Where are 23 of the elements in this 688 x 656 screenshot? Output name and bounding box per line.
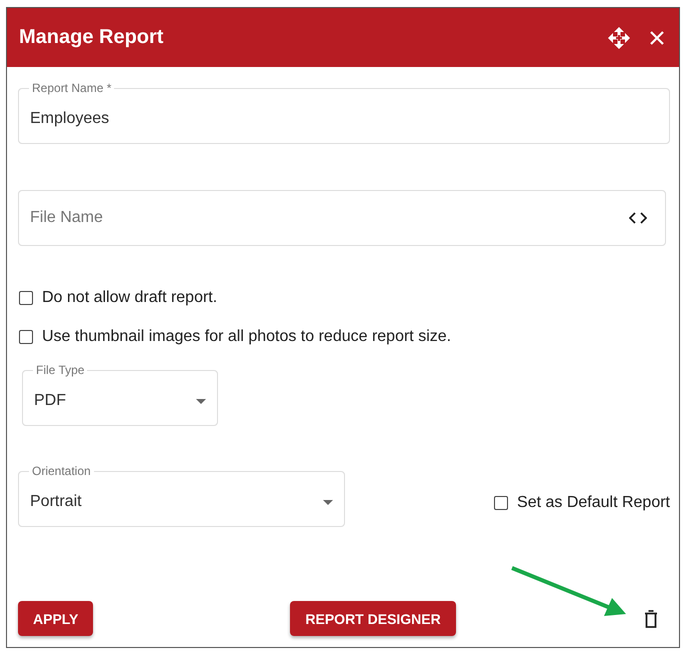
checkbox-label: Use thumbnail images for all photos to reduce report size. [42, 328, 452, 346]
close-icon[interactable] [649, 30, 665, 46]
move-icon[interactable] [607, 26, 631, 50]
orientation-select[interactable]: Orientation Portrait [18, 464, 345, 527]
code-icon[interactable] [629, 212, 647, 224]
dropdown-caret-icon[interactable] [323, 500, 333, 504]
checkbox[interactable] [19, 330, 33, 344]
file-name-field[interactable]: File Name [18, 190, 666, 246]
checkbox-option[interactable]: Set as Default Report [494, 492, 670, 512]
dialog-title: Manage Report [19, 26, 164, 49]
checkbox[interactable] [494, 496, 508, 510]
checkbox-label: Do not allow draft report. [42, 289, 218, 307]
checkbox[interactable] [19, 291, 33, 305]
file-type-select[interactable]: File Type PDF [22, 363, 218, 426]
text-input[interactable]: Employees [30, 95, 658, 143]
checkbox-option[interactable]: Use thumbnail images for all photos to reduce report size. [19, 327, 670, 347]
checkbox-option[interactable]: Do not allow draft report. [19, 288, 670, 308]
apply-button[interactable]: APPLY [18, 601, 94, 636]
checkbox-label: Set as Default Report [517, 494, 670, 512]
dropdown-caret-icon[interactable] [196, 398, 206, 404]
report-designer-button[interactable]: REPORT DESIGNER [290, 601, 456, 636]
report-name-field[interactable]: Report Name * Employees [18, 81, 670, 144]
trash-icon[interactable] [644, 610, 658, 628]
